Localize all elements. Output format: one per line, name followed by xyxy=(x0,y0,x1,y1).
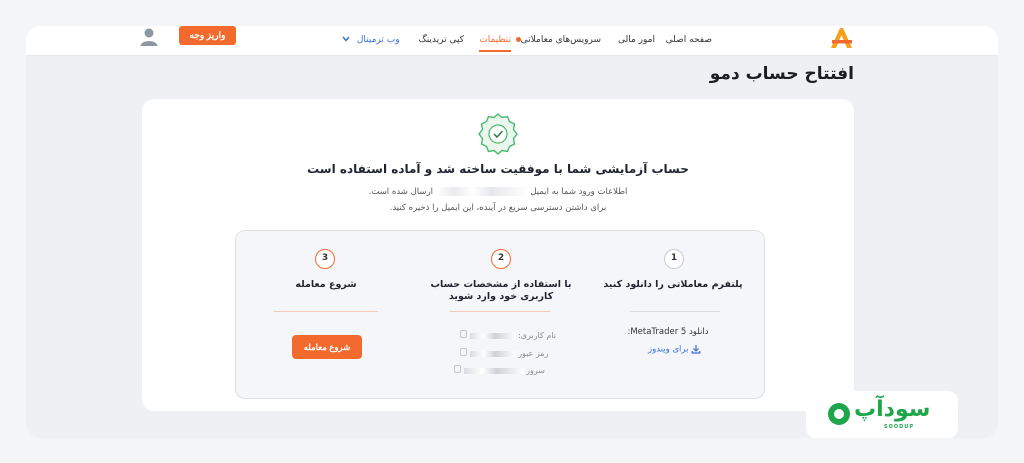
nav-finance[interactable]: امور مالی xyxy=(618,35,655,45)
nav-home[interactable]: صفحه اصلی xyxy=(666,35,712,45)
watermark-latin-text: SOODUP xyxy=(884,424,914,430)
windows-download-link[interactable]: برای ویندوز xyxy=(648,344,704,355)
web-terminal-dropdown[interactable]: وب ترمینال xyxy=(342,35,400,45)
step-2-divider xyxy=(450,311,550,312)
chevron-down-icon xyxy=(342,36,350,42)
step-3-number: 3 xyxy=(315,249,335,269)
web-terminal-label: وب ترمینال xyxy=(356,35,400,45)
user-avatar-icon[interactable] xyxy=(139,26,159,46)
email-info-line: اطلاعات ورود شما به ایمیل ارسال شده است. xyxy=(142,187,854,197)
copy-username-icon[interactable] xyxy=(460,330,467,338)
browser-frame: صفحه اصلی امور مالی سرویس‌های معاملاتی ت… xyxy=(26,26,998,438)
step-3-title: شروع معامله xyxy=(295,279,357,290)
server-row: سرور xyxy=(454,365,545,375)
soodup-watermark: سودآپ SOODUP xyxy=(806,391,958,438)
step-1-title: پلتفرم معاملاتی را دانلود کنید xyxy=(603,279,743,290)
windows-link-label: برای ویندوز xyxy=(648,344,689,355)
save-email-note: برای داشتن دسترسی سریع در آینده، این ایم… xyxy=(389,203,607,213)
username-label: نام کاربری: xyxy=(518,331,556,340)
email-info-after: ارسال شده است. xyxy=(368,187,433,197)
steps-panel: 1 پلتفرم معاملاتی را دانلود کنید دانلود … xyxy=(235,230,765,399)
server-label: سرور xyxy=(526,366,545,375)
nav-settings[interactable]: تنظیمات xyxy=(479,35,511,52)
email-info-before: اطلاعات ورود شما به ایمیل xyxy=(530,187,628,197)
step-2-title-line1: با استفاده از مشخصات حساب xyxy=(430,279,572,290)
redacted-password xyxy=(469,350,516,357)
step-2-number: 2 xyxy=(491,249,511,269)
page-title: افتتاح حساب دمو xyxy=(709,64,854,84)
nav-copy-trading[interactable]: کپی تریدینگ xyxy=(419,35,464,45)
deposit-button[interactable]: واریز وجه xyxy=(179,26,236,45)
top-navigation-bar: صفحه اصلی امور مالی سرویس‌های معاملاتی ت… xyxy=(26,26,998,56)
brand-logo-icon[interactable] xyxy=(828,26,854,50)
password-row: رمز عبور xyxy=(460,348,548,358)
start-trading-button[interactable]: شروع معامله xyxy=(292,335,362,359)
check-badge-icon xyxy=(478,113,518,155)
step-1-divider xyxy=(630,311,720,312)
redacted-email xyxy=(435,187,528,196)
success-card: حساب آزمایشی شما با موفقیت ساخته شد و آم… xyxy=(142,99,854,411)
password-label: رمز عبور xyxy=(518,349,549,358)
redacted-username xyxy=(469,332,516,339)
nav-trading-services[interactable]: سرویس‌های معاملاتی xyxy=(512,35,601,45)
soodup-logo-icon xyxy=(828,403,850,425)
step-2-title-line2: کاربری خود وارد شوید xyxy=(448,291,554,302)
download-icon xyxy=(691,345,701,354)
step-1-number: 1 xyxy=(664,249,684,269)
username-row: نام کاربری: xyxy=(460,330,556,340)
step-2-title: با استفاده از مشخصات حساب کاربری خود وار… xyxy=(426,279,576,303)
success-heading: حساب آزمایشی شما با موفقیت ساخته شد و آم… xyxy=(307,162,689,176)
step-3-divider xyxy=(274,311,378,312)
copy-password-icon[interactable] xyxy=(460,348,467,356)
watermark-persian-text: سودآپ xyxy=(854,397,931,422)
metatrader-download-label: دانلود MetaTrader 5: xyxy=(627,327,709,337)
nav-trading-services-label: سرویس‌های معاملاتی xyxy=(520,35,601,45)
copy-server-icon[interactable] xyxy=(454,365,461,373)
redacted-server xyxy=(463,367,524,374)
